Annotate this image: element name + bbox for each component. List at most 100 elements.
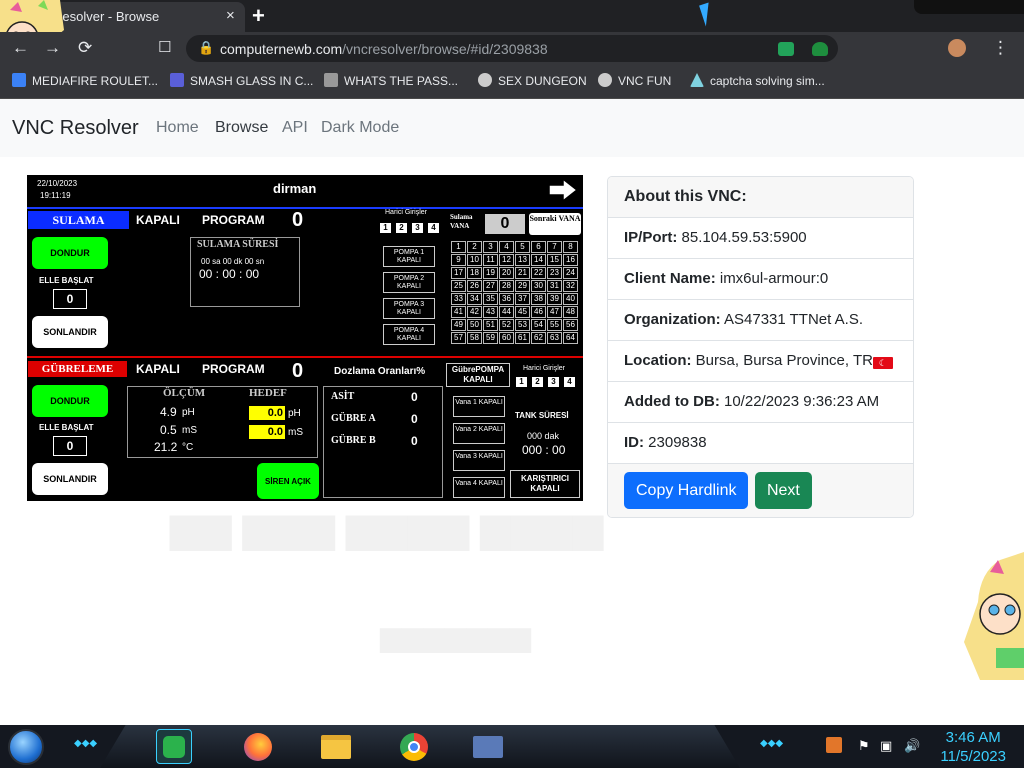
vana-grid-cell: 50 [467,319,482,331]
turkey-flag-icon: ☾ [872,357,893,369]
tab-strip: C Resolver - Browse × + [0,0,1024,32]
bookmark-item[interactable]: SMASH GLASS IN C... [170,73,313,88]
hedef-ms-value[interactable]: 0.0 [249,425,285,439]
bracket-icon [170,73,184,87]
harici-input-3: 3 [412,223,423,233]
faded-background-text: ▆▆ ▆▆▆ ▆▆▆▆ ▆▆▆▆ [170,506,604,550]
siren-button[interactable]: SİREN AÇIK [257,463,319,499]
mascot-sticker-icon [964,552,1024,680]
hedef-ph-value[interactable]: 0.0 [249,406,285,420]
vana-grid-cell: 32 [563,280,578,292]
harici-girisler2-label: Harici Girişler [523,365,565,372]
network-tray-icon[interactable]: ▣ [880,738,892,754]
hedef-ph-unit: pH [288,408,301,419]
about-card: About this VNC: IP/Port: 85.104.59.53:59… [607,176,914,518]
menu-icon[interactable]: ⋮ [992,38,1009,58]
bookmark-item[interactable]: captcha solving sim... [690,73,825,88]
program2-label: PROGRAM [202,362,265,376]
dondur-button[interactable]: DONDUR [32,237,108,269]
forward-icon[interactable]: → [44,38,61,58]
vana-grid-cell: 19 [483,267,498,279]
vana-grid-cell: 40 [563,293,578,305]
tab-close-icon[interactable]: × [226,7,235,24]
sulama-label: SULAMA [28,211,129,229]
ip-port-row: IP/Port: 85.104.59.53:5900 [608,218,913,259]
vana-grid-cell: 52 [499,319,514,331]
nav-home[interactable]: Home [156,119,199,137]
vana-grid-cell: 24 [563,267,578,279]
firefox-task-icon[interactable] [240,729,276,764]
bookmark-item[interactable]: MEDIAFIRE ROULET... [12,73,158,88]
about-footer: Copy Hardlink Next [608,464,913,517]
temp-value: 21.2 [154,440,178,454]
back-icon[interactable]: ← [12,38,29,58]
vana-grid-cell: 6 [531,241,546,253]
vana-grid-cell: 42 [467,306,482,318]
taskbar-decoration-icon: ◆◆◆ [760,738,784,749]
caret-icon [690,73,704,87]
site-navbar: VNC Resolver Home Browse API Dark Mode [0,99,1024,157]
gear-icon [478,73,492,87]
taskbar-clock[interactable]: 3:46 AM 11/5/2023 [940,728,1006,766]
nav-dark-mode[interactable]: Dark Mode [321,119,399,137]
vana-grid-cell: 43 [483,306,498,318]
harici-input-2: 2 [396,223,407,233]
chrome-task-icon[interactable] [396,729,432,764]
elle-baslat-value: 0 [53,289,87,309]
address-bar[interactable]: 🔒 computernewb.com/vncresolver/browse/#i… [186,35,838,62]
divider [27,207,583,209]
faded-background-text: ▆▆▆▆▆▆▆ [380,621,531,652]
sonlandir2-button[interactable]: SONLANDIR [32,463,108,495]
feedly-task-icon[interactable] [156,729,192,764]
vana-grid-cell: 38 [531,293,546,305]
copy-hardlink-button[interactable]: Copy Hardlink [624,472,749,509]
sublime-tray-icon[interactable] [826,737,842,753]
shield-icon[interactable] [812,42,828,56]
vnc-screenshot[interactable]: 22/10/2023 19:11:19 dirman SULAMA KAPALI… [27,175,583,501]
media-task-icon[interactable] [470,729,506,764]
dondur2-button[interactable]: DONDUR [32,385,108,417]
vana-grid-cell: 29 [515,280,530,292]
harici-input-4: 4 [428,223,439,233]
vana-grid-cell: 44 [499,306,514,318]
flag-tray-icon[interactable]: ⚑ [858,738,870,754]
bookmark-item[interactable]: WHATS THE PASS... [324,73,458,88]
pompa-4-box: POMPA 4 KAPALI [383,324,435,345]
sure-units: 00 sa 00 dk 00 sn [201,257,265,266]
next-button[interactable]: Next [754,472,812,509]
explorer-task-icon[interactable] [318,729,354,764]
sulama-state: KAPALI [136,213,180,227]
window-controls[interactable] [914,0,1024,14]
program-label: PROGRAM [202,213,265,227]
url-text[interactable]: computernewb.com/vncresolver/browse/#id/… [220,41,548,57]
asit-label: ASİT [331,391,355,402]
vana-grid-cell: 1 [451,241,466,253]
vana-grid-cell: 11 [483,254,498,266]
vana-grid-cell: 2 [467,241,482,253]
volume-tray-icon[interactable]: 🔊 [904,738,920,754]
site-brand[interactable]: VNC Resolver [12,117,139,140]
added-row: Added to DB: 10/22/2023 9:36:23 AM [608,382,913,423]
pompa-3-box: POMPA 3 KAPALI [383,298,435,319]
vana-grid-cell: 22 [531,267,546,279]
new-tab-button[interactable]: + [252,3,265,29]
olcum-label: ÖLÇÜM [163,387,206,399]
nav-browse[interactable]: Browse [215,119,268,137]
vana-grid-cell: 45 [515,306,530,318]
profile-avatar[interactable] [948,39,966,57]
bookmark-item[interactable]: VNC FUN [598,73,671,88]
sonraki-vana-button[interactable]: Sonraki VANA [529,213,581,235]
nav-api[interactable]: API [282,119,308,137]
gubreleme-label: GÜBRELEME [28,361,127,377]
bookmark-item[interactable]: SEX DUNGEON [478,73,587,88]
hedef-label: HEDEF [249,387,287,399]
extension-icon[interactable] [778,42,794,56]
vana-grid-cell: 3 [483,241,498,253]
vana-grid-cell: 49 [451,319,466,331]
elle-baslat-label: ELLE BAŞLAT [39,276,94,285]
start-button[interactable] [8,729,44,765]
bookmark-icon[interactable]: ☐ [158,38,171,56]
reload-icon[interactable]: ⟳ [78,38,92,58]
hmi-date: 22/10/2023 [37,179,78,188]
sonlandir-button[interactable]: SONLANDIR [32,316,108,348]
